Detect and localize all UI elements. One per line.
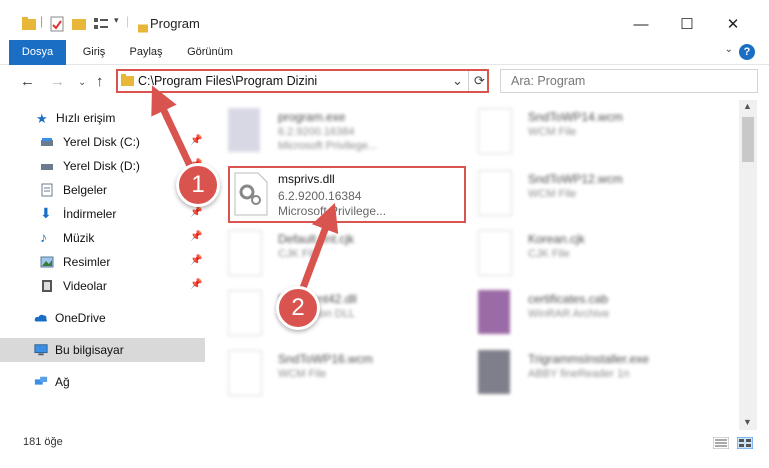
list-item[interactable]: SndToWP16.wcm WCM File bbox=[218, 344, 458, 400]
list-item[interactable]: Korean.cjk CJK File bbox=[468, 224, 708, 280]
cloud-icon bbox=[34, 314, 47, 322]
pin-icon[interactable]: 📌 bbox=[190, 231, 202, 242]
download-icon: ⬇ bbox=[40, 205, 52, 221]
scroll-down-icon[interactable]: ▼ bbox=[743, 417, 752, 427]
file-description: Microsoft Privilege... bbox=[278, 204, 387, 218]
computer-icon bbox=[34, 344, 48, 356]
step-badge-1: 1 bbox=[176, 163, 220, 207]
chevron-down-icon[interactable]: ⌄ bbox=[725, 44, 733, 55]
tiles-view-icon[interactable] bbox=[737, 437, 753, 449]
archive-icon bbox=[478, 290, 510, 334]
close-button[interactable]: ✕ bbox=[710, 10, 756, 38]
list-item[interactable]: MsfClient42.dll Application DLL bbox=[218, 284, 458, 340]
list-item[interactable]: SndToWP14.wcm WCM File bbox=[468, 102, 708, 158]
sidebar-item-this-pc[interactable]: Bu bilgisayar bbox=[0, 338, 205, 362]
pin-icon[interactable]: 📌 bbox=[190, 255, 202, 266]
pin-icon[interactable]: 📌 bbox=[190, 279, 202, 290]
sidebar-item-pictures[interactable]: Resimler 📌 bbox=[0, 250, 205, 274]
file-icon bbox=[478, 230, 512, 276]
music-icon: ♪ bbox=[40, 229, 47, 245]
tab-view[interactable]: Görünüm bbox=[180, 40, 240, 64]
scrollbar-thumb[interactable] bbox=[742, 117, 754, 162]
dll-file-icon bbox=[228, 290, 262, 336]
file-icon bbox=[228, 350, 262, 396]
tab-share[interactable]: Paylaş bbox=[124, 40, 168, 64]
pin-icon[interactable]: 📌 bbox=[190, 207, 202, 218]
folder-icon bbox=[121, 74, 134, 86]
sidebar-item-videos[interactable]: Videolar 📌 bbox=[0, 274, 205, 298]
separator bbox=[468, 71, 469, 91]
address-dropdown-icon[interactable]: ⌄ bbox=[452, 73, 463, 89]
documents-icon bbox=[41, 183, 53, 197]
status-bar bbox=[0, 430, 769, 454]
search-placeholder: Ara: Program bbox=[511, 74, 586, 88]
exe-file-icon bbox=[228, 108, 260, 152]
pin-icon[interactable]: 📌 bbox=[190, 135, 202, 146]
refresh-button[interactable]: ⟳ bbox=[474, 73, 485, 89]
title-bar: | ▾ | Program — ☐ ✕ bbox=[0, 0, 769, 40]
qa-dropdown-icon[interactable]: ▾ bbox=[114, 15, 119, 35]
step-badge-2: 2 bbox=[276, 286, 320, 330]
sidebar-item-disk-c[interactable]: Yerel Disk (C:) 📌 bbox=[0, 130, 205, 154]
file-list: program.exe 6.2.9200.16384 Microsoft Pri… bbox=[218, 100, 738, 430]
list-item[interactable]: TrigrammsInstaller.exe ABBY fineReader 1… bbox=[468, 344, 708, 400]
minimize-button[interactable]: — bbox=[618, 10, 664, 38]
up-button[interactable]: ↑ bbox=[96, 73, 104, 90]
help-icon[interactable]: ? bbox=[739, 44, 755, 60]
file-icon bbox=[478, 108, 512, 154]
file-version: 6.2.9200.16384 bbox=[278, 189, 362, 203]
forward-button[interactable]: → bbox=[50, 73, 65, 90]
drive-icon bbox=[41, 164, 53, 170]
list-item[interactable]: SndToWP12.wcm WCM File bbox=[468, 164, 708, 220]
sidebar-item-network[interactable]: Ağ bbox=[0, 370, 205, 394]
address-path[interactable]: C:\Program Files\Program Dizini bbox=[138, 74, 317, 88]
file-name: msprivs.dll bbox=[278, 172, 335, 186]
sidebar-item-quick-access[interactable]: ★ Hızlı erişim bbox=[0, 106, 205, 130]
sidebar-item-onedrive[interactable]: OneDrive bbox=[0, 306, 205, 330]
video-icon bbox=[42, 280, 52, 292]
file-icon bbox=[228, 230, 262, 276]
details-view-icon[interactable] bbox=[713, 437, 729, 449]
pictures-icon bbox=[40, 256, 54, 268]
properties-icon[interactable] bbox=[50, 14, 64, 34]
sidebar-item-documents[interactable]: Belgeler 📌 bbox=[0, 178, 205, 202]
view-icon[interactable] bbox=[94, 14, 110, 34]
scroll-up-icon[interactable]: ▲ bbox=[743, 101, 752, 111]
item-count: 181 öğe bbox=[23, 436, 63, 448]
new-folder-icon[interactable] bbox=[72, 14, 86, 34]
list-item[interactable]: program.exe 6.2.9200.16384 Microsoft Pri… bbox=[218, 102, 458, 158]
star-icon: ★ bbox=[36, 111, 48, 126]
list-item[interactable]: Default.ent.cjk CJK File bbox=[218, 224, 458, 280]
network-icon bbox=[34, 376, 48, 385]
drive-icon bbox=[41, 138, 53, 146]
navigation-pane: ★ Hızlı erişim Yerel Disk (C:) 📌 Yerel D… bbox=[0, 100, 205, 430]
folder-icon bbox=[22, 17, 36, 30]
ribbon: Dosya Giriş Paylaş Görünüm ⌄ ? bbox=[0, 40, 769, 96]
separator: | bbox=[40, 14, 44, 28]
sidebar-item-disk-d[interactable]: Yerel Disk (D:) 📌 bbox=[0, 154, 205, 178]
file-icon bbox=[478, 170, 512, 216]
list-item-selected[interactable]: msprivs.dll 6.2.9200.16384 Microsoft Pri… bbox=[230, 168, 464, 221]
maximize-button[interactable]: ☐ bbox=[664, 10, 710, 38]
installer-icon bbox=[478, 350, 510, 394]
list-item[interactable]: certificates.cab WinRAR Archive bbox=[468, 284, 708, 340]
sidebar-item-music[interactable]: ♪ Müzik 📌 bbox=[0, 226, 205, 250]
separator: | bbox=[126, 14, 130, 28]
recent-dropdown-icon[interactable]: ⌄ bbox=[78, 77, 86, 88]
back-button[interactable]: ← bbox=[20, 73, 35, 90]
window-title: Program bbox=[150, 16, 200, 31]
folder-small-icon bbox=[138, 24, 148, 33]
sidebar-item-downloads[interactable]: ⬇ İndirmeler 📌 bbox=[0, 202, 205, 226]
tab-home[interactable]: Giriş bbox=[74, 40, 114, 64]
dll-file-icon bbox=[234, 172, 268, 216]
